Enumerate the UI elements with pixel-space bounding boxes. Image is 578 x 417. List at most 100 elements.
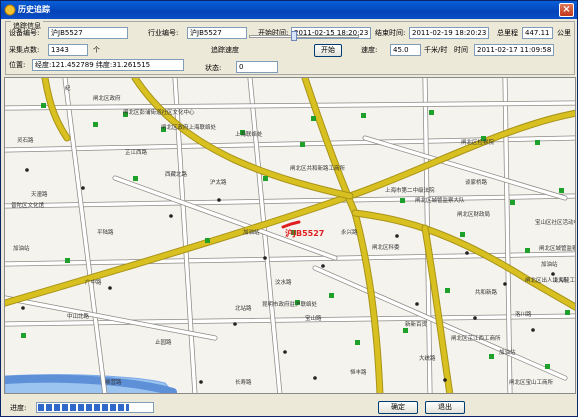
map-marker[interactable] (21, 333, 26, 338)
map-place-label: 洛川路 (515, 312, 532, 318)
map-poi-dot[interactable] (233, 322, 237, 326)
map-poi-dot[interactable] (503, 282, 507, 286)
map-poi-dot[interactable] (465, 251, 469, 255)
device-field[interactable]: 沪JB5527 (48, 27, 128, 39)
map-marker[interactable] (300, 142, 305, 147)
map-poi-dot[interactable] (21, 306, 25, 310)
exit-button[interactable]: 退出 (425, 401, 465, 414)
map-place-label: 恒丰路 (350, 370, 367, 376)
vehicle-label: 沪JB5527 (285, 229, 325, 238)
map-place-label: 闸北区出人境大队 (525, 278, 570, 284)
map-place-label: 上海联络处 (235, 132, 263, 138)
map-marker[interactable] (65, 258, 70, 263)
map-poi-dot[interactable] (81, 186, 85, 190)
map-place-label: 沪太路 (210, 180, 227, 186)
map-poi-dot[interactable] (313, 376, 317, 380)
map-place-label: 闸北区共和新路工商所 (290, 166, 346, 172)
speed2-unit: 千米/时 (424, 46, 448, 54)
speed-slider-track[interactable] (249, 35, 359, 38)
map-place-label: 上海市第二中级法院 (385, 188, 435, 194)
map-marker[interactable] (429, 110, 434, 115)
map-marker[interactable] (361, 113, 366, 118)
start-button[interactable]: 开始 (314, 44, 342, 57)
road (113, 176, 337, 260)
industry-label: 行业编号: (148, 29, 179, 37)
map-poi-dot[interactable] (321, 264, 325, 268)
map-poi-dot[interactable] (108, 286, 112, 290)
speed-slider-thumb[interactable] (291, 31, 297, 41)
map-marker[interactable] (93, 122, 98, 127)
map-marker[interactable] (41, 103, 46, 108)
mileage-field[interactable]: 447.11 (522, 27, 553, 39)
position-label: 位置: (9, 61, 26, 69)
map-poi-dot[interactable] (169, 214, 173, 218)
map-place-label: 宝山路 (305, 316, 322, 322)
status-field[interactable]: 0 (236, 61, 278, 73)
map-marker[interactable] (205, 238, 210, 243)
map-marker[interactable] (403, 328, 408, 333)
map-marker[interactable] (133, 176, 138, 181)
map-place-label: 加油站 (13, 246, 30, 252)
road (5, 314, 575, 326)
device-label: 设备编号: (9, 29, 40, 37)
map-place-label: 闸北区芷江西工商所 (451, 336, 501, 342)
speed2-label: 速度: (361, 46, 378, 54)
close-button[interactable]: × (559, 3, 574, 17)
map-poi-dot[interactable] (443, 378, 447, 382)
map-place-label: 加油站 (499, 350, 516, 356)
map-marker[interactable] (311, 116, 316, 121)
map-marker[interactable] (355, 340, 360, 345)
position-field[interactable]: 经度:121.452789 纬度:31.261515 (32, 59, 184, 71)
map-marker[interactable] (545, 364, 550, 369)
route-track (281, 220, 301, 229)
points-field[interactable]: 1343 (48, 44, 88, 56)
map-poi-dot[interactable] (263, 256, 267, 260)
map-poi-dot[interactable] (531, 328, 535, 332)
map-marker[interactable] (329, 293, 334, 298)
map-poi-dot[interactable] (25, 168, 29, 172)
map-poi-dot[interactable] (473, 316, 477, 320)
progress-fill (38, 404, 130, 411)
ok-button[interactable]: 确定 (378, 401, 418, 414)
map-place-label: 闸北区检察院 (461, 140, 495, 146)
map-place-label: 平陆路 (97, 230, 114, 236)
app-icon (4, 4, 16, 16)
map-view[interactable]: 纪闸北区政府 闸北区彭浦街道社区文化中心 闸北区政府上海联络处 上海联络处 闸北区共和新… (4, 77, 576, 394)
map-marker[interactable] (263, 176, 268, 181)
speed-label: 追踪速度 (211, 46, 239, 54)
map-marker[interactable] (535, 140, 540, 145)
map-place-label: 共和新路 (475, 290, 498, 296)
map-place-label: 谈家桥路 (465, 180, 488, 186)
map-place-label: 闸北区彭浦街道社区文化中心 (123, 110, 195, 116)
map-marker[interactable] (400, 198, 405, 203)
map-poi-dot[interactable] (199, 380, 203, 384)
map-place-label: 灵石路 (17, 138, 34, 144)
road (5, 194, 575, 208)
speed2-field[interactable]: 45.0 (390, 44, 421, 56)
map-marker[interactable] (460, 232, 465, 237)
map-place-label: 北站路 (235, 306, 252, 312)
map-place-label: 天潼路 (31, 192, 48, 198)
window-title: 历史追踪 (18, 5, 50, 14)
map-marker[interactable] (445, 288, 450, 293)
map-marker[interactable] (489, 354, 494, 359)
industry-field[interactable]: 沪JB5527 (187, 27, 247, 39)
map-place-label: 加油站 (243, 230, 260, 236)
map-place-label: 昆明市政府驻沪联络处 (262, 302, 318, 308)
map-place-label: 闸北区政府 (93, 96, 121, 102)
map-place-label: 汶水路 (275, 280, 292, 286)
map-place-label: 永兴路 (341, 230, 358, 236)
map-poi-dot[interactable] (415, 302, 419, 306)
map-poi-dot[interactable] (395, 234, 399, 238)
end-time-field[interactable]: 2011-02-19 18:20:23 (409, 27, 489, 39)
map-poi-dot[interactable] (283, 350, 287, 354)
map-marker[interactable] (510, 200, 515, 205)
time-field[interactable]: 2011-02-17 11:09:58 (474, 44, 554, 56)
map-poi-dot[interactable] (217, 198, 221, 202)
road (63, 78, 107, 393)
map-marker[interactable] (565, 310, 570, 315)
map-place-label: 柳营路 (105, 380, 122, 386)
map-marker[interactable] (559, 188, 564, 193)
map-marker[interactable] (525, 248, 530, 253)
map-place-label: 闸北区财政局 (457, 212, 491, 218)
